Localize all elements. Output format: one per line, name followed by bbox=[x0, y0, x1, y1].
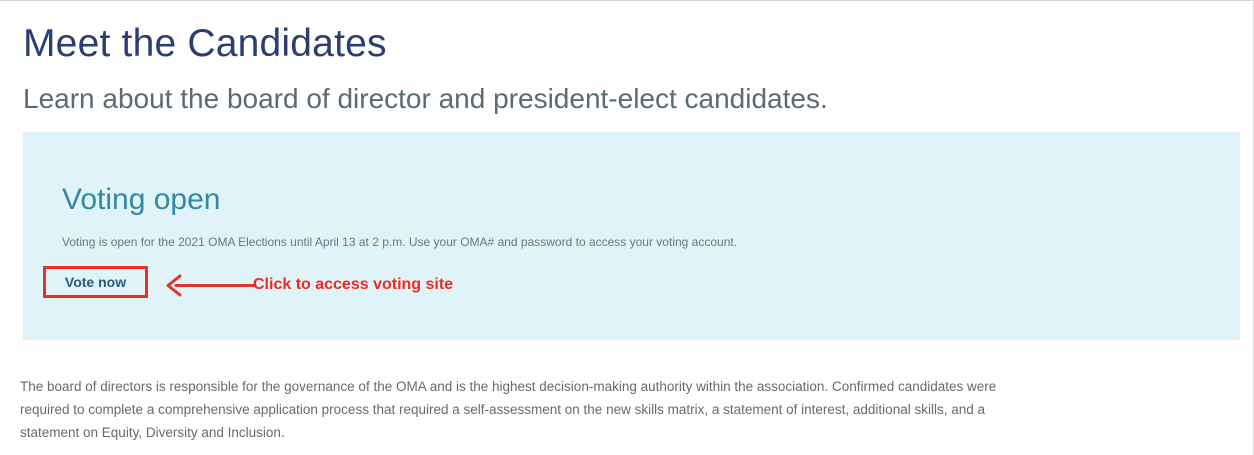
page-subtitle: Learn about the board of director and pr… bbox=[23, 83, 828, 114]
candidate-page: Meet the Candidates Learn about the boar… bbox=[0, 0, 1254, 455]
board-description-line: statement on Equity, Diversity and Inclu… bbox=[20, 425, 285, 440]
board-description-line: The board of directors is responsible fo… bbox=[20, 379, 997, 394]
left-arrow-icon bbox=[166, 274, 257, 297]
board-description: The board of directors is responsible fo… bbox=[20, 375, 1218, 444]
voting-open-panel: Voting open Voting is open for the 2021 … bbox=[23, 132, 1240, 340]
page-title: Meet the Candidates bbox=[23, 22, 387, 65]
voting-site-annotation: Click to access voting site bbox=[253, 276, 454, 293]
voting-message: Voting is open for the 2021 OMA Election… bbox=[62, 235, 738, 249]
voting-heading: Voting open bbox=[62, 183, 221, 216]
vote-now-button[interactable]: Vote now bbox=[43, 266, 148, 298]
board-description-line: required to complete a comprehensive app… bbox=[20, 402, 985, 417]
